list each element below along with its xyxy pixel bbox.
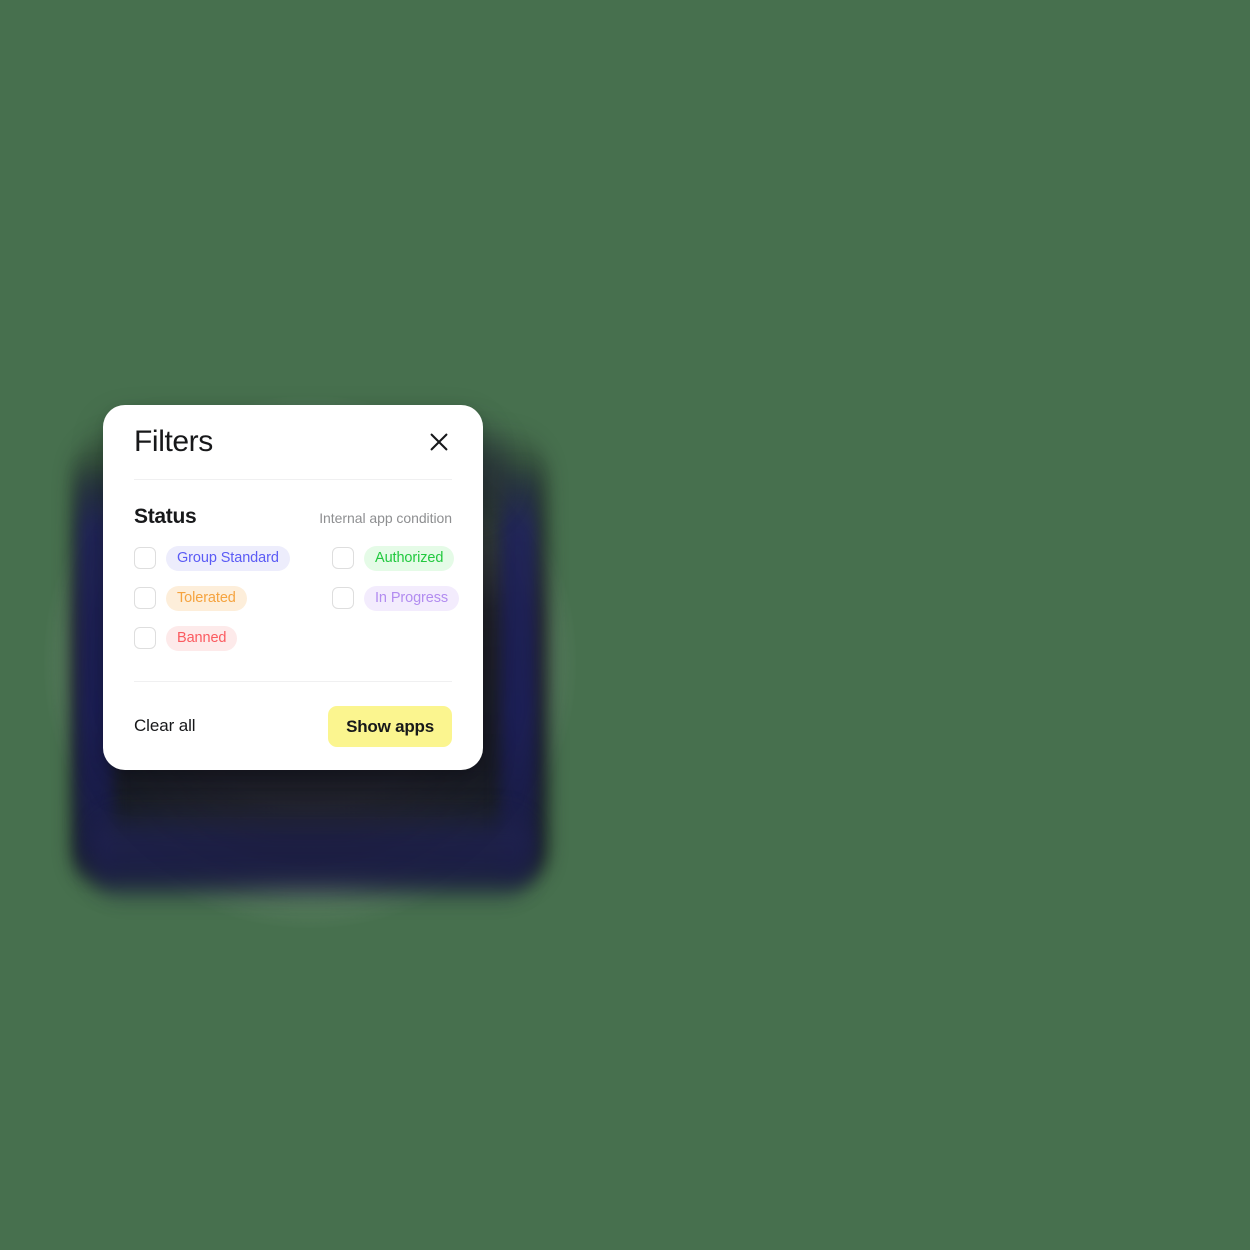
status-option-tolerated[interactable]: Tolerated	[134, 582, 332, 614]
close-button[interactable]	[422, 425, 456, 459]
checkbox-banned[interactable]	[134, 627, 156, 649]
status-chip-banned: Banned	[166, 625, 238, 651]
status-options-grid: Group Standard Authorized Tolerated In P…	[134, 542, 460, 654]
show-apps-button[interactable]: Show apps	[328, 705, 452, 747]
checkbox-tolerated[interactable]	[134, 587, 156, 609]
close-icon	[429, 432, 449, 452]
status-chip-group-standard: Group Standard	[166, 545, 290, 571]
status-option-group-standard[interactable]: Group Standard	[134, 542, 332, 574]
page-title: Filters	[134, 425, 213, 458]
status-option-in-progress[interactable]: In Progress	[332, 582, 460, 614]
checkbox-authorized[interactable]	[332, 547, 354, 569]
status-filter-section: Status Internal app condition Group Stan…	[134, 480, 460, 681]
modal-header: Filters	[134, 405, 452, 479]
status-option-authorized[interactable]: Authorized	[332, 542, 459, 574]
status-section-hint: Internal app condition	[319, 510, 452, 526]
filters-modal: Filters Status Internal app condition Gr…	[103, 405, 483, 770]
backdrop-band-bottom	[92, 804, 532, 904]
backdrop-navy-rail-right	[500, 462, 536, 882]
checkbox-in-progress[interactable]	[332, 587, 354, 609]
status-chip-authorized: Authorized	[364, 545, 455, 571]
status-option-banned[interactable]: Banned	[134, 622, 332, 654]
status-section-title: Status	[134, 505, 197, 528]
status-chip-in-progress: In Progress	[364, 585, 460, 611]
checkbox-group-standard[interactable]	[134, 547, 156, 569]
status-chip-tolerated: Tolerated	[166, 585, 247, 611]
clear-all-button[interactable]: Clear all	[134, 716, 196, 736]
modal-footer: Clear all Show apps	[134, 682, 452, 770]
status-section-header: Status Internal app condition	[134, 506, 452, 527]
